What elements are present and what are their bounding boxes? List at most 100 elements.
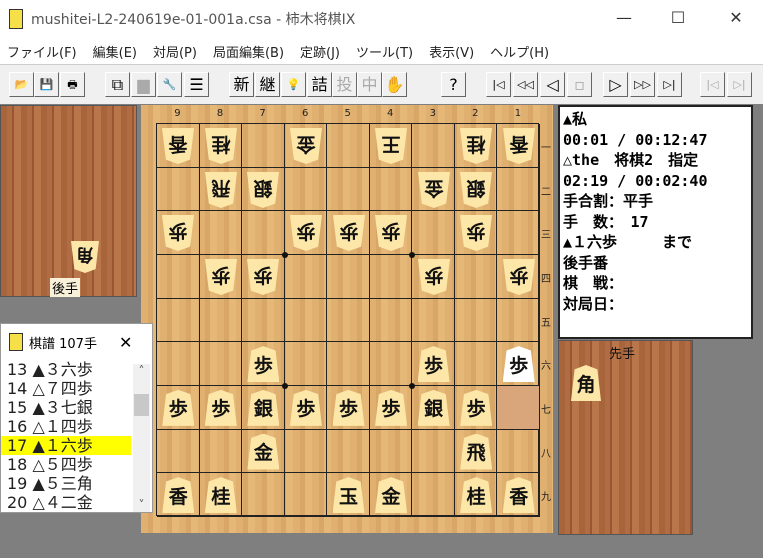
- piece-gote[interactable]: 銀: [460, 172, 492, 208]
- board-square[interactable]: [242, 473, 285, 517]
- resign-button[interactable]: 投: [332, 72, 357, 97]
- sente-hand-piece[interactable]: 角: [571, 365, 601, 401]
- board-square[interactable]: [412, 298, 455, 343]
- board-square[interactable]: [284, 298, 328, 343]
- board-square[interactable]: [412, 429, 455, 474]
- board-square[interactable]: [284, 342, 328, 386]
- board-square[interactable]: [369, 342, 413, 386]
- board-square[interactable]: [412, 211, 455, 255]
- piece-sente[interactable]: 歩: [247, 346, 280, 383]
- piece-sente[interactable]: 金: [375, 477, 408, 514]
- board-square[interactable]: [284, 255, 328, 299]
- menu-item[interactable]: ファイル(F): [7, 42, 77, 61]
- tsume-button[interactable]: 詰: [307, 72, 332, 97]
- piece-gote[interactable]: 銀: [247, 172, 279, 208]
- continue-button[interactable]: 継: [255, 72, 280, 97]
- forward-button[interactable]: ▷: [603, 72, 628, 97]
- piece-sente[interactable]: 玉: [332, 477, 365, 514]
- board-square[interactable]: [369, 429, 413, 474]
- piece-gote[interactable]: 歩: [247, 259, 279, 295]
- board-square[interactable]: [497, 298, 540, 343]
- back-button[interactable]: ◁: [540, 72, 565, 97]
- board-square[interactable]: [327, 298, 370, 343]
- piece-sente[interactable]: 銀: [247, 389, 280, 426]
- board-square[interactable]: [327, 167, 370, 212]
- menu-item[interactable]: 対局(P): [153, 42, 197, 61]
- board-square[interactable]: [369, 298, 413, 343]
- board-square[interactable]: [497, 429, 540, 474]
- back-many-button[interactable]: ◁◁: [513, 72, 538, 97]
- piece-sente[interactable]: 歩: [289, 389, 322, 426]
- piece-gote[interactable]: 歩: [162, 215, 194, 251]
- piece-sente[interactable]: 香: [162, 477, 195, 514]
- board-square[interactable]: [369, 167, 413, 212]
- gote-hand-piece[interactable]: 角: [71, 241, 99, 273]
- board-square[interactable]: [242, 298, 285, 343]
- piece-sente[interactable]: 銀: [417, 389, 450, 426]
- piece-gote[interactable]: 王: [375, 128, 407, 164]
- piece-gote[interactable]: 桂: [205, 128, 237, 164]
- board-square[interactable]: [327, 342, 370, 386]
- piece-sente[interactable]: 歩: [204, 389, 237, 426]
- piece-sente[interactable]: 桂: [460, 477, 493, 514]
- kifu-move[interactable]: 18 △５四歩: [1, 455, 131, 474]
- piece-sente[interactable]: 歩: [460, 389, 493, 426]
- board-square[interactable]: [454, 255, 498, 299]
- piece-gote[interactable]: 歩: [375, 215, 407, 251]
- board-square[interactable]: [327, 124, 370, 168]
- piece-gote[interactable]: 歩: [460, 215, 492, 251]
- board-square[interactable]: [412, 124, 455, 168]
- scroll-down-icon[interactable]: ˅: [133, 498, 150, 512]
- menu-item[interactable]: ツール(T): [356, 42, 413, 61]
- board-square[interactable]: [242, 124, 285, 168]
- kifu-scrollbar[interactable]: ˄ ˅: [133, 364, 150, 512]
- kifu-move[interactable]: 19 ▲５三角: [1, 474, 131, 493]
- help-button[interactable]: ?: [441, 72, 466, 97]
- piece-gote[interactable]: 歩: [205, 259, 237, 295]
- kifu-move[interactable]: 17 ▲１六歩: [1, 436, 131, 455]
- board-square[interactable]: [199, 211, 243, 255]
- forward-many-button[interactable]: ▷▷: [630, 72, 655, 97]
- piece-gote[interactable]: 歩: [290, 215, 322, 251]
- board-square[interactable]: [497, 211, 540, 255]
- hand-button[interactable]: ✋: [382, 72, 407, 97]
- piece-gote[interactable]: 金: [418, 172, 450, 208]
- menu-item[interactable]: 表示(V): [429, 42, 474, 61]
- board-square[interactable]: [157, 298, 200, 343]
- board-square[interactable]: [454, 298, 498, 343]
- piece-sente[interactable]: 歩: [162, 389, 195, 426]
- board-square[interactable]: [284, 167, 328, 212]
- piece-gote[interactable]: 香: [162, 128, 194, 164]
- board-square[interactable]: [497, 167, 540, 212]
- board-square[interactable]: [284, 473, 328, 517]
- save-button[interactable]: 💾: [34, 72, 59, 97]
- piece-sente[interactable]: 桂: [204, 477, 237, 514]
- menu-item[interactable]: ヘルプ(H): [490, 42, 549, 61]
- piece-gote[interactable]: 歩: [418, 259, 450, 295]
- board-square[interactable]: [242, 211, 285, 255]
- piece-gote[interactable]: 金: [290, 128, 322, 164]
- first-move-button[interactable]: |◁: [486, 72, 511, 97]
- piece-sente[interactable]: 飛: [460, 433, 493, 470]
- minimize-button[interactable]: —: [604, 8, 644, 27]
- piece-sente[interactable]: 歩: [375, 389, 408, 426]
- board-square[interactable]: [199, 342, 243, 386]
- kifu-move[interactable]: 14 △７四歩: [1, 379, 131, 398]
- piece-gote[interactable]: 桂: [460, 128, 492, 164]
- board-square[interactable]: [157, 342, 200, 386]
- board-square[interactable]: [327, 429, 370, 474]
- piece-sente[interactable]: 香: [502, 477, 535, 514]
- board-square[interactable]: [157, 167, 200, 212]
- piece-sente[interactable]: 歩: [502, 346, 535, 383]
- piece-gote[interactable]: 香: [503, 128, 535, 164]
- board-square[interactable]: [454, 342, 498, 386]
- scroll-up-icon[interactable]: ˄: [133, 364, 150, 378]
- hint-button[interactable]: 💡: [281, 72, 306, 97]
- paste-button[interactable]: ▆: [131, 72, 156, 97]
- kifu-move[interactable]: 15 ▲３七銀: [1, 398, 131, 417]
- piece-gote[interactable]: 飛: [205, 172, 237, 208]
- board-square[interactable]: [497, 386, 540, 430]
- board-square[interactable]: [327, 255, 370, 299]
- menu-item[interactable]: 編集(E): [93, 42, 137, 61]
- piece-gote[interactable]: 歩: [503, 259, 535, 295]
